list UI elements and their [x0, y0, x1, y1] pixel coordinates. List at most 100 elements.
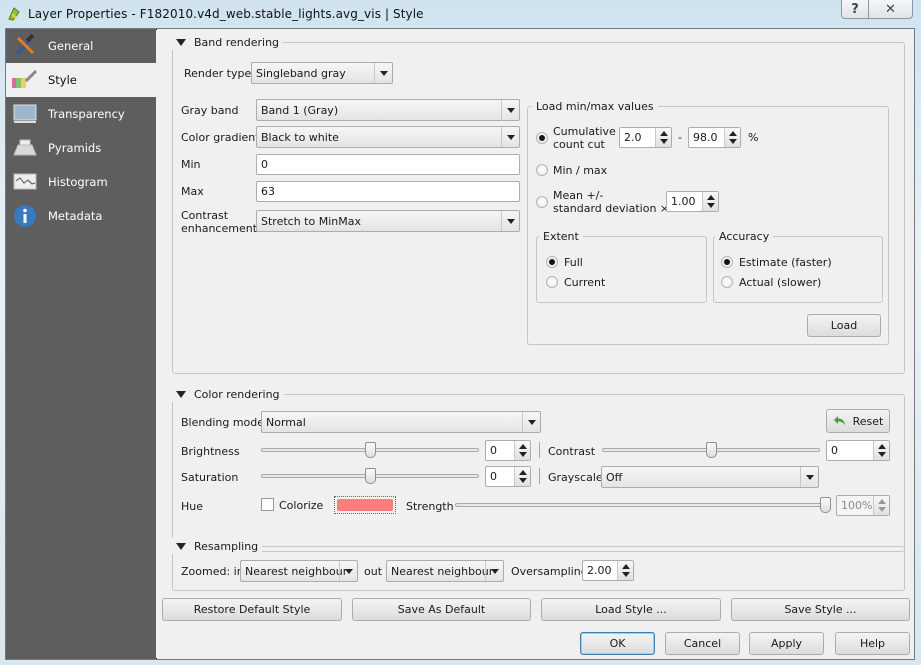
accuracy-estimate-radio[interactable]: [721, 256, 733, 268]
cumulative-count-radio[interactable]: [536, 132, 548, 144]
colorize-color-button[interactable]: [334, 496, 396, 514]
extent-full-label: Full: [564, 256, 583, 269]
reset-button[interactable]: Reset: [826, 409, 890, 433]
spin-buttons[interactable]: [873, 441, 889, 460]
brightness-slider[interactable]: [261, 442, 479, 458]
close-window-button[interactable]: ✕: [869, 0, 913, 19]
blending-mode-select[interactable]: Normal: [261, 411, 541, 433]
sidebar-item-label: Style: [48, 73, 77, 87]
slider-track: [455, 503, 828, 507]
spin-buttons[interactable]: [514, 467, 530, 486]
apply-button[interactable]: Apply: [749, 632, 824, 655]
contrast-spinbox[interactable]: 0: [826, 440, 890, 461]
arrow-up-icon: [518, 470, 527, 476]
gray-band-select[interactable]: Band 1 (Gray): [256, 99, 520, 121]
info-icon: [12, 204, 38, 228]
zoomed-out-select[interactable]: Nearest neighbour: [386, 560, 504, 582]
spin-buttons[interactable]: [655, 128, 671, 147]
mean-stddev-radio[interactable]: [536, 196, 548, 208]
color-gradient-select[interactable]: Black to white: [256, 126, 520, 148]
slider-thumb[interactable]: [365, 442, 376, 458]
accuracy-title: Accuracy: [715, 230, 774, 243]
sidebar-item-label: Histogram: [48, 175, 108, 189]
zoomed-in-select[interactable]: Nearest neighbour: [240, 560, 358, 582]
arrow-down-icon: [621, 571, 630, 577]
color-rendering-header[interactable]: Color rendering: [172, 386, 284, 402]
sidebar-item-general[interactable]: General: [6, 29, 156, 63]
extent-current-radio[interactable]: [546, 276, 558, 288]
render-type-select[interactable]: Singleband gray: [251, 62, 393, 84]
color-swatch: [337, 499, 393, 511]
spin-buttons[interactable]: [873, 496, 889, 515]
contrast-label-line2: enhancement: [181, 222, 258, 235]
extent-full-radio[interactable]: [546, 256, 558, 268]
spin-buttons[interactable]: [724, 128, 740, 147]
contrast-enhancement-select[interactable]: Stretch to MinMax: [256, 210, 520, 232]
cancel-button[interactable]: Cancel: [665, 632, 740, 655]
brightness-spinbox[interactable]: 0: [485, 440, 531, 461]
spin-buttons[interactable]: [514, 441, 530, 460]
arrow-down-icon: [877, 506, 886, 512]
sidebar-item-label: Transparency: [48, 107, 125, 121]
sidebar-item-histogram[interactable]: Histogram: [6, 165, 156, 199]
minmax-radio[interactable]: [536, 164, 548, 176]
strength-spinbox[interactable]: 100%: [836, 495, 890, 516]
style-panel: Band rendering Render type Singleband gr…: [157, 29, 914, 659]
grayscale-select[interactable]: Off: [601, 466, 819, 488]
oversampling-spinbox[interactable]: 2.00: [582, 560, 634, 581]
max-input[interactable]: 63: [256, 181, 520, 202]
save-as-default-button[interactable]: Save As Default: [352, 598, 531, 621]
colorize-checkbox[interactable]: [261, 498, 274, 511]
color-gradient-label: Color gradient: [181, 131, 260, 144]
arrow-up-icon: [659, 131, 668, 137]
load-minmax-button[interactable]: Load: [807, 314, 881, 337]
stddev-value: 1.00: [671, 195, 696, 208]
percent-label: %: [748, 131, 759, 144]
spin-buttons[interactable]: [617, 561, 633, 580]
accuracy-actual-radio[interactable]: [721, 276, 733, 288]
sidebar-item-metadata[interactable]: Metadata: [6, 199, 156, 233]
restore-default-style-button[interactable]: Restore Default Style: [162, 598, 342, 621]
sidebar-item-pyramids[interactable]: Pyramids: [6, 131, 156, 165]
strength-slider[interactable]: [455, 497, 831, 513]
saturation-spinbox[interactable]: 0: [485, 466, 531, 487]
resampling-header[interactable]: Resampling: [172, 538, 263, 554]
brightness-value: 0: [490, 444, 497, 457]
zoomed-in-label: Zoomed: in: [181, 565, 244, 578]
sidebar-item-style[interactable]: Style: [6, 63, 156, 97]
save-style-button[interactable]: Save Style ...: [731, 598, 910, 621]
render-type-label: Render type: [184, 67, 252, 80]
slider-thumb[interactable]: [365, 468, 376, 484]
min-input[interactable]: 0: [256, 154, 520, 175]
reset-label: Reset: [852, 414, 884, 428]
slider-thumb[interactable]: [820, 497, 831, 513]
saturation-slider[interactable]: [261, 468, 479, 484]
cumulative-line1: Cumulative: [553, 125, 616, 138]
ok-button[interactable]: OK: [580, 632, 655, 655]
minmax-label: Min / max: [553, 164, 608, 177]
help-title-button[interactable]: ?: [841, 0, 869, 19]
chevron-down-icon: [501, 211, 519, 231]
sidebar-item-transparency[interactable]: Transparency: [6, 97, 156, 131]
stddev-spinbox[interactable]: 1.00: [666, 191, 719, 212]
range-dash: -: [678, 131, 682, 144]
contrast-slider[interactable]: [602, 442, 820, 458]
slider-thumb[interactable]: [706, 442, 717, 458]
cumulative-to-spinbox[interactable]: 98.0: [688, 127, 741, 148]
chevron-down-icon: [485, 561, 503, 581]
sidebar-item-label: Pyramids: [48, 141, 102, 155]
grayscale-value: Off: [606, 470, 623, 484]
spin-buttons[interactable]: [702, 192, 718, 211]
load-style-button[interactable]: Load Style ...: [541, 598, 721, 621]
arrow-up-icon: [621, 564, 630, 570]
oversampling-label: Oversampling: [511, 565, 588, 578]
extent-current-label: Current: [564, 276, 606, 289]
collapse-triangle-icon: [176, 390, 186, 398]
band-rendering-header[interactable]: Band rendering: [172, 34, 284, 50]
zoomed-out-value: Nearest neighbour: [391, 564, 494, 578]
arrow-up-icon: [877, 444, 886, 450]
cumulative-from-spinbox[interactable]: 2.0: [619, 127, 672, 148]
contrast-enhancement-value: Stretch to MinMax: [261, 214, 361, 228]
help-button[interactable]: Help: [835, 632, 910, 655]
hue-label: Hue: [181, 500, 204, 513]
